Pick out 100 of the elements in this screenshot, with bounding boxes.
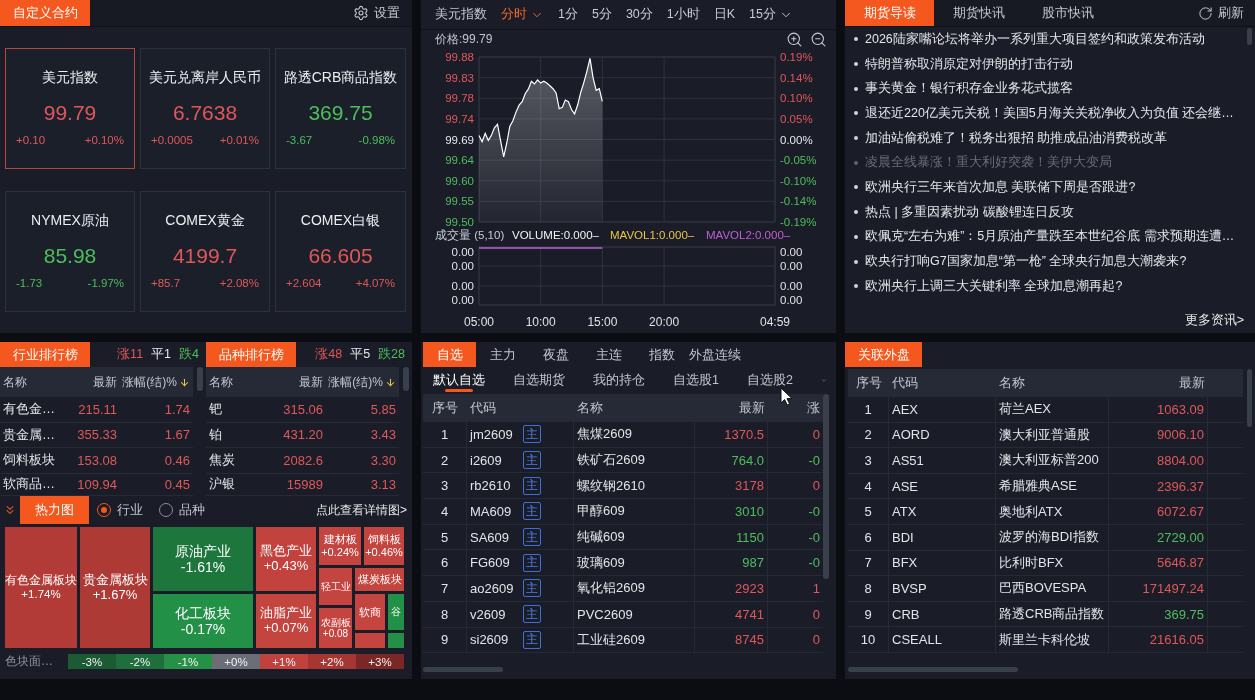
volume-axis-label: 0.00 [451, 260, 474, 272]
news-headline-link[interactable]: 2026陆家嘴论坛将举办一系列重大项目签约和政策发布活动 [865, 30, 1205, 48]
scrollbar-thumb[interactable] [423, 667, 503, 672]
news-headline-link[interactable]: 加油站偷税难了！税务出狠招 助推成品油消费税改革 [865, 129, 1168, 147]
quote-card[interactable]: COMEX白银 66.605 +2.604 +4.07% [275, 191, 406, 312]
radio-option[interactable]: 行业 [97, 501, 143, 519]
column-header[interactable]: 序号 [423, 394, 467, 422]
settings-button[interactable]: 设置 [353, 4, 400, 22]
table-cell: 5 [423, 524, 467, 551]
watchlist-tab[interactable]: 我的持仓 [593, 367, 645, 394]
scrollbar-thumb[interactable] [1247, 369, 1252, 427]
heatmap-percent: +0.43% [263, 559, 309, 574]
heatmap-cell[interactable]: 建材板 +0.24% [319, 527, 361, 565]
news-tab[interactable]: 股市快讯 [1023, 0, 1112, 26]
period-tab[interactable]: 1小时 [666, 0, 700, 29]
heatmap-cell[interactable]: 黑色产业 +0.43% [256, 527, 316, 591]
watchlist-tab[interactable]: 自选股1 [673, 367, 719, 394]
column-header[interactable]: 涨幅(结)% [326, 367, 399, 397]
heatmap-cell[interactable] [388, 633, 404, 648]
heatmap-cell[interactable]: 原油产业 -1.61% [153, 527, 253, 591]
table-cell: BFX [889, 550, 996, 577]
double-chevron-down-icon[interactable] [3, 503, 17, 517]
period-tab[interactable]: 30分 [625, 0, 653, 29]
column-header[interactable]: 最新 [72, 367, 120, 397]
news-headline-link[interactable]: 退还近220亿美元关税！美国5月海关关税净收入为负值 还会继… [865, 104, 1234, 122]
period-tab[interactable]: 1分 [558, 0, 578, 29]
heatmap-cell[interactable]: 轻工业 [319, 568, 352, 605]
quote-change-percent: +2.08% [219, 276, 259, 290]
heatmap-cell[interactable]: 农副板 +0.08 [319, 608, 352, 648]
news-tab[interactable]: 期货快讯 [934, 0, 1023, 26]
period-tab[interactable]: 分时 [501, 0, 544, 29]
news-headline-link[interactable]: 特朗普称取消原定对伊朗的打击行动 [865, 55, 1073, 73]
heatmap-cell[interactable]: 软商 [355, 594, 385, 630]
column-header[interactable]: 涨 [768, 394, 823, 422]
table-cell: 369.75 [1109, 601, 1208, 628]
scrollbar-thumb[interactable] [1247, 28, 1252, 45]
column-header[interactable]: 代码 [467, 394, 574, 422]
news-headline-link[interactable]: 欧洲央行上调三大关键利率 全球加息潮再起? [865, 277, 1123, 295]
zoom-in-icon[interactable] [786, 30, 803, 48]
scrollbar-thumb[interactable] [823, 394, 829, 579]
column-header[interactable]: 名称 [206, 367, 278, 397]
market-tab[interactable]: 主连 [582, 342, 635, 367]
market-tab[interactable]: 夜盘 [529, 342, 582, 367]
column-header[interactable]: 序号 [848, 369, 889, 397]
refresh-button[interactable]: 刷新 [1198, 4, 1244, 22]
heatmap-cell[interactable]: 油脂产业 +0.07% [256, 594, 316, 648]
scrollbar-thumb[interactable] [197, 367, 203, 391]
quote-card[interactable]: 路透CRB商品指数 369.75 -3.67 -0.98% [275, 48, 406, 169]
table-cell: 铂 [206, 422, 278, 449]
heatmap-label: 贵金属板块 [82, 572, 148, 588]
column-header[interactable]: 代码 [889, 369, 996, 397]
scrollbar-thumb[interactable] [848, 667, 1018, 672]
heatmap-cell[interactable]: 贵金属板块 +1.67% [80, 527, 150, 648]
more-news-link[interactable]: 更多资讯> [1184, 313, 1244, 327]
period-tab[interactable]: 15分 [749, 0, 793, 29]
table-cell: 1.67 [120, 422, 193, 449]
heatmap-cell[interactable] [355, 633, 385, 648]
column-header[interactable]: 最新 [695, 394, 768, 422]
heatmap-cell[interactable]: 谷 [388, 594, 404, 630]
news-headline-link[interactable]: 欧央行打响G7国家加息“第一枪” 全球央行加息大潮袭来? [865, 253, 1187, 271]
table-cell: BVSP [889, 576, 996, 602]
watchlist-tab[interactable]: 默认自选 [433, 367, 485, 394]
contract-badge: 主 [523, 528, 541, 547]
heatmap-cell[interactable]: 煤炭板块 [355, 568, 404, 591]
quote-card[interactable]: NYMEX原油 85.98 -1.73 -1.97% [5, 191, 135, 312]
column-header[interactable]: 名称 [574, 394, 695, 422]
market-tab[interactable]: 主力 [476, 342, 529, 367]
radio-option[interactable]: 品种 [159, 501, 205, 519]
heatmap-label: 黑色产业 [260, 544, 312, 559]
watchlist-tab[interactable]: 自选期货 [513, 367, 565, 394]
scrollbar-thumb[interactable] [403, 367, 409, 391]
news-headline-link[interactable]: 热点 | 多重因素扰动 碳酸锂连日反攻 [865, 203, 1074, 221]
table-cell: PVC2609 [574, 601, 695, 628]
quote-card[interactable]: 美元指数 99.79 +0.10 +0.10% [5, 48, 135, 169]
news-headline-link[interactable]: 欧佩克“左右为难”：5月原油产量跌至本世纪谷底 需求预期连遭… [865, 228, 1235, 246]
volume-legend-label: MAVOL1:0.000– [610, 229, 695, 241]
market-tab[interactable]: 外盘连续 [688, 342, 741, 367]
column-header[interactable]: 涨幅(结)% [120, 367, 193, 397]
watchlist-tab[interactable]: 自选股2 [746, 367, 793, 394]
volume-axis-label: 0.00 [780, 246, 803, 258]
period-tab[interactable]: 日K [713, 0, 736, 29]
quote-change: +0.10 [16, 133, 46, 147]
volume-axis-label: 0.00 [451, 280, 474, 292]
market-tab[interactable]: 指数 [635, 342, 688, 367]
refresh-icon [1198, 5, 1213, 21]
column-header[interactable]: 最新 [1109, 369, 1208, 397]
quote-card[interactable]: 美元兑离岸人民币 6.7638 +0.0005 +0.01% [140, 48, 270, 169]
table-cell: 7 [848, 550, 889, 577]
detail-link[interactable]: 点此查看详情图> [316, 501, 412, 519]
quote-card[interactable]: COMEX黄金 4199.7 +85.7 +2.08% [140, 191, 270, 312]
column-header[interactable]: 最新 [278, 367, 326, 397]
news-headline-link[interactable]: 事关黄金！银行积存金业务花式揽客 [865, 80, 1073, 98]
news-headline-link[interactable]: 欧洲央行三年来首次加息 美联储下周是否跟进? [865, 178, 1136, 196]
column-header[interactable]: 名称 [0, 367, 72, 397]
zoom-out-icon[interactable] [810, 30, 827, 48]
heatmap-cell[interactable]: 化工板块 -0.17% [153, 594, 253, 648]
heatmap-cell[interactable]: 饲料板 +0.46% [364, 527, 404, 565]
column-header[interactable]: 名称 [996, 369, 1109, 397]
period-tab[interactable]: 5分 [591, 0, 612, 29]
heatmap-cell[interactable]: 有色金属板块 +1.74% [5, 527, 77, 648]
